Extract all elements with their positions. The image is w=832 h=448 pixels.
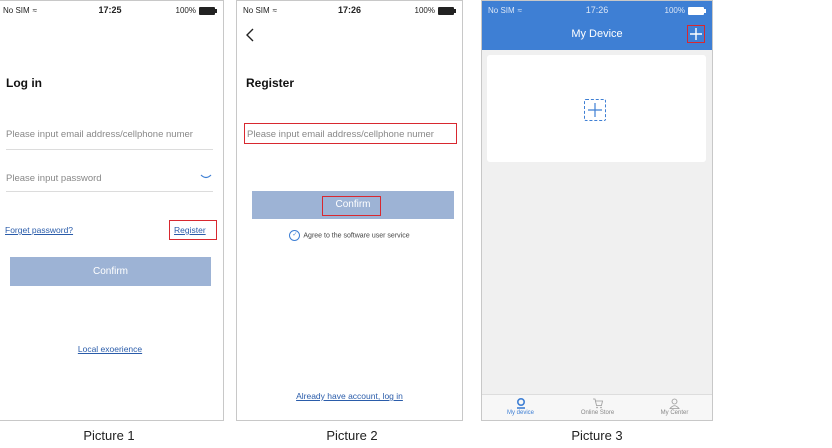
- battery-percent: 100%: [414, 6, 435, 15]
- eye-closed-icon[interactable]: [200, 173, 212, 181]
- caption-picture-2: Picture 2: [326, 428, 378, 443]
- person-icon: [669, 398, 680, 409]
- back-arrow-icon[interactable]: [245, 28, 255, 42]
- tab-my-device[interactable]: My device: [482, 398, 559, 416]
- status-bar: No SIM ≈ 17:26 100%: [237, 1, 462, 21]
- page-title: Log in: [6, 76, 42, 90]
- confirm-highlight: [322, 196, 381, 216]
- caption-picture-1: Picture 1: [83, 428, 135, 443]
- tab-my-center[interactable]: My Center: [636, 398, 712, 416]
- password-input[interactable]: Please input password: [6, 173, 102, 184]
- add-device-card[interactable]: [487, 55, 706, 162]
- register-screen: No SIM ≈ 17:26 100% Register Please input…: [236, 0, 463, 421]
- check-circle-icon[interactable]: ✓: [289, 230, 301, 241]
- tab-bar: My device Online Store My Center: [482, 394, 712, 420]
- status-bar: No SIM ≈ 17:26 100%: [482, 1, 712, 21]
- tab-label: My Center: [660, 410, 689, 416]
- forget-password-link[interactable]: Forget password?: [5, 225, 73, 235]
- device-icon: [516, 398, 525, 409]
- email-underline: [6, 149, 213, 150]
- caption-picture-3: Picture 3: [571, 428, 623, 443]
- email-input[interactable]: Please input email address/cellphone num…: [6, 129, 193, 140]
- battery-percent: 100%: [175, 6, 196, 15]
- login-link[interactable]: Already have account, log in: [237, 391, 462, 401]
- confirm-button[interactable]: Confirm: [10, 257, 211, 286]
- agreement-row: ✓ Agree to the software user service: [237, 230, 462, 241]
- email-highlight: [244, 123, 457, 144]
- page-title: Register: [246, 76, 295, 90]
- battery-icon: [688, 6, 706, 15]
- tab-label: My device: [506, 410, 534, 416]
- battery-percent: 100%: [664, 6, 685, 15]
- password-underline: [6, 191, 213, 192]
- register-highlight: [169, 220, 217, 240]
- login-screen: No SIM ≈ 17:25 100% Log in Please input e…: [0, 0, 224, 421]
- plus-icon: [588, 103, 602, 117]
- tab-online-store[interactable]: Online Store: [559, 398, 636, 416]
- tab-label: Online Store: [580, 410, 615, 416]
- add-device-box[interactable]: [584, 99, 606, 121]
- agreement-text: Agree to the software user service: [303, 232, 410, 240]
- cart-icon: [593, 398, 603, 409]
- my-device-screen: No SIM≈ 17:26 100% My Device My device: [481, 0, 713, 421]
- header-bar: No SIM ≈ 17:26 100% My Device: [482, 1, 712, 50]
- local-experience-link[interactable]: Local exoerience: [0, 344, 223, 354]
- status-bar: No SIM ≈ 17:25 100%: [0, 1, 223, 21]
- battery-icon: [438, 6, 456, 15]
- add-highlight: [687, 25, 705, 43]
- header-title: My Device: [571, 28, 623, 40]
- battery-icon: [199, 6, 217, 15]
